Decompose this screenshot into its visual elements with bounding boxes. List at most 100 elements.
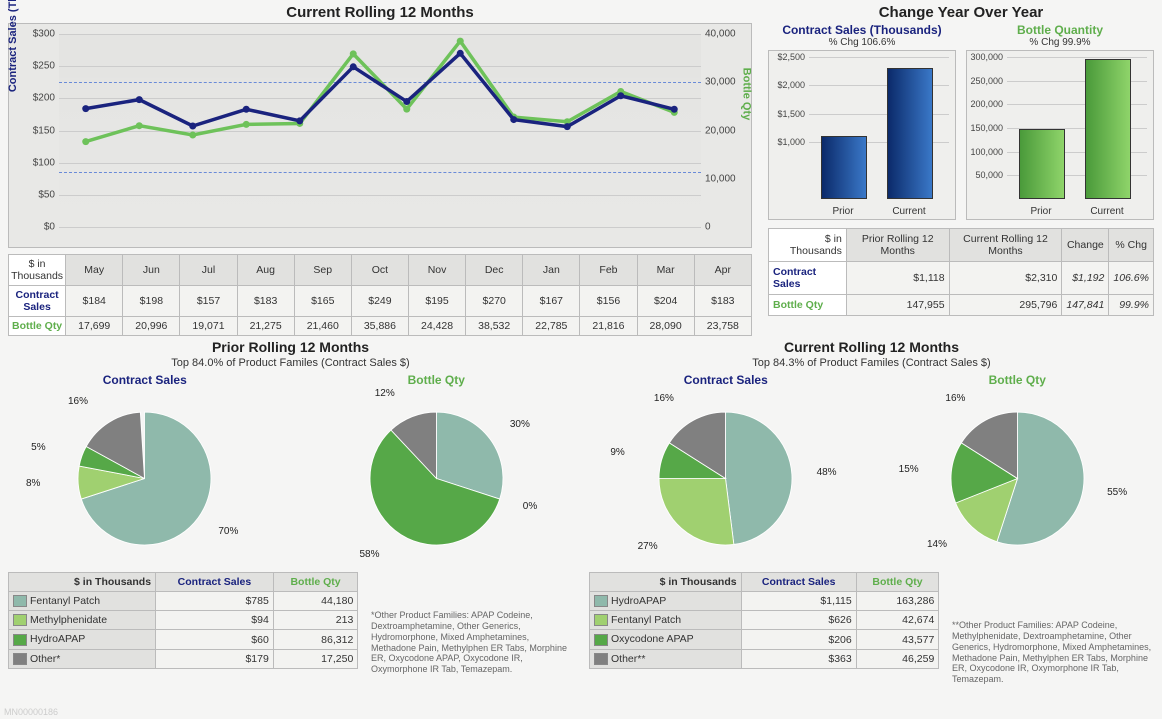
- yoy-table-corner: $ in Thousands: [769, 229, 847, 262]
- cell: $204: [637, 286, 694, 317]
- chart-title: Current Rolling 12 Months: [8, 4, 752, 21]
- cell: 46,259: [856, 649, 939, 668]
- legend-name: Fentanyl Patch: [590, 611, 742, 630]
- row-label: Bottle Qty: [769, 295, 847, 316]
- y-right-axis-title: Bottle Qty: [741, 67, 753, 120]
- row-contract-sales: Contract Sales: [9, 286, 66, 317]
- yoy-cs-subtitle: % Chg 106.6%: [768, 37, 956, 48]
- cell: $157: [180, 286, 237, 317]
- pie-slice-label: 48%: [817, 467, 837, 478]
- cell: $183: [237, 286, 294, 317]
- current-title: Current Rolling 12 Months: [589, 339, 1154, 355]
- pie-slice-label: 27%: [638, 541, 658, 552]
- cell: 22,785: [523, 317, 580, 336]
- cell: $156: [580, 286, 637, 317]
- y-right-tick: 10,000: [705, 173, 749, 184]
- pie-slice-label: 16%: [68, 396, 88, 407]
- yoy-bq-subtitle: % Chg 99.9%: [966, 37, 1154, 48]
- bar: [1085, 59, 1131, 199]
- legend-name: Other*: [9, 649, 156, 668]
- pie-slice-label: 30%: [510, 419, 530, 430]
- panel-yoy: Change Year Over Year Contract Sales (Th…: [760, 0, 1162, 335]
- cell: $179: [156, 649, 274, 668]
- row-label: Contract Sales: [769, 262, 847, 295]
- row-bottle-qty: Bottle Qty: [9, 317, 66, 336]
- month-header: Mar: [637, 255, 694, 286]
- y-left-tick: $150: [15, 125, 55, 136]
- table-corner: $ in Thousands: [9, 255, 66, 286]
- month-header: Jul: [180, 255, 237, 286]
- pie-title: Bottle Qty: [881, 373, 1155, 387]
- cell: 86,312: [273, 630, 357, 649]
- bar-xlabel: Current: [1077, 206, 1137, 217]
- y-left-tick: $300: [15, 29, 55, 40]
- cell: $2,310: [949, 262, 1062, 295]
- prior-title: Prior Rolling 12 Months: [8, 339, 573, 355]
- pie-slice-label: 14%: [927, 539, 947, 550]
- bar-ytick: 300,000: [969, 52, 1003, 62]
- pie-title: Contract Sales: [8, 373, 282, 387]
- cell: 28,090: [637, 317, 694, 336]
- bar-ytick: $2,000: [771, 80, 805, 90]
- table-corner: $ in Thousands: [9, 573, 156, 592]
- current-footnote: **Other Product Families: APAP Codeine, …: [952, 620, 1152, 685]
- prior-subtitle: Top 84.0% of Product Familes (Contract S…: [8, 357, 573, 369]
- bar-ytick: 200,000: [969, 99, 1003, 109]
- y-right-tick: 40,000: [705, 29, 749, 40]
- y-right-tick: 30,000: [705, 77, 749, 88]
- cell: 295,796: [949, 295, 1062, 316]
- col-header: Change: [1062, 229, 1109, 262]
- pie-slice-label: 9%: [610, 447, 624, 458]
- col-header: Contract Sales: [741, 573, 856, 592]
- legend-name: Other**: [590, 649, 742, 668]
- cell: $1,115: [741, 592, 856, 611]
- pie-slice-label: 70%: [218, 526, 238, 537]
- prior-footnote: *Other Product Families: APAP Codeine, D…: [371, 610, 571, 675]
- month-header: Dec: [466, 255, 523, 286]
- month-header: Jan: [523, 255, 580, 286]
- yoy-cs-title: Contract Sales (Thousands): [768, 23, 956, 37]
- bar-xlabel: Prior: [813, 206, 873, 217]
- panel-prior-pies: Prior Rolling 12 Months Top 84.0% of Pro…: [0, 335, 581, 715]
- cell: 17,699: [66, 317, 123, 336]
- bar: [887, 68, 933, 199]
- pie-slice-label: 5%: [31, 442, 45, 453]
- cell: 17,250: [273, 649, 357, 668]
- cell: 35,886: [351, 317, 408, 336]
- col-header: Contract Sales: [156, 573, 274, 592]
- y-left-tick: $0: [15, 222, 55, 233]
- y-left-tick: $200: [15, 93, 55, 104]
- cell: $60: [156, 630, 274, 649]
- cell: 20,996: [123, 317, 180, 336]
- cell: $1,192: [1062, 262, 1109, 295]
- pie-slice-label: 16%: [945, 393, 965, 404]
- bar-ytick: $1,000: [771, 137, 805, 147]
- pie-slice-label: 12%: [375, 388, 395, 399]
- cell: 213: [273, 611, 357, 630]
- yoy-contract-sales: Contract Sales (Thousands) % Chg 106.6% …: [768, 23, 956, 220]
- current-table: $ in ThousandsContract SalesBottle QtyHy…: [589, 572, 939, 669]
- pie-title: Contract Sales: [589, 373, 863, 387]
- bar-ytick: 150,000: [969, 123, 1003, 133]
- legend-name: HydroAPAP: [9, 630, 156, 649]
- bar-ytick: $2,500: [771, 52, 805, 62]
- pie-slice-label: 15%: [899, 464, 919, 475]
- dashboard: Current Rolling 12 Months Contract Sales…: [0, 0, 1162, 719]
- cell: 42,674: [856, 611, 939, 630]
- yoy-title: Change Year Over Year: [768, 4, 1154, 21]
- cell: $249: [351, 286, 408, 317]
- yoy-bq-title: Bottle Quantity: [966, 23, 1154, 37]
- month-header: Apr: [694, 255, 751, 286]
- cell: 21,275: [237, 317, 294, 336]
- y-left-tick: $250: [15, 61, 55, 72]
- pie-title: Bottle Qty: [300, 373, 574, 387]
- cell: 43,577: [856, 630, 939, 649]
- y-left-tick: $50: [15, 189, 55, 200]
- yoy-bottle-qty: Bottle Quantity % Chg 99.9% 50,000100,00…: [966, 23, 1154, 220]
- bar-xlabel: Current: [879, 206, 939, 217]
- cell: $206: [741, 630, 856, 649]
- y-left-tick: $100: [15, 157, 55, 168]
- cell: 19,071: [180, 317, 237, 336]
- month-header: May: [66, 255, 123, 286]
- cell: $198: [123, 286, 180, 317]
